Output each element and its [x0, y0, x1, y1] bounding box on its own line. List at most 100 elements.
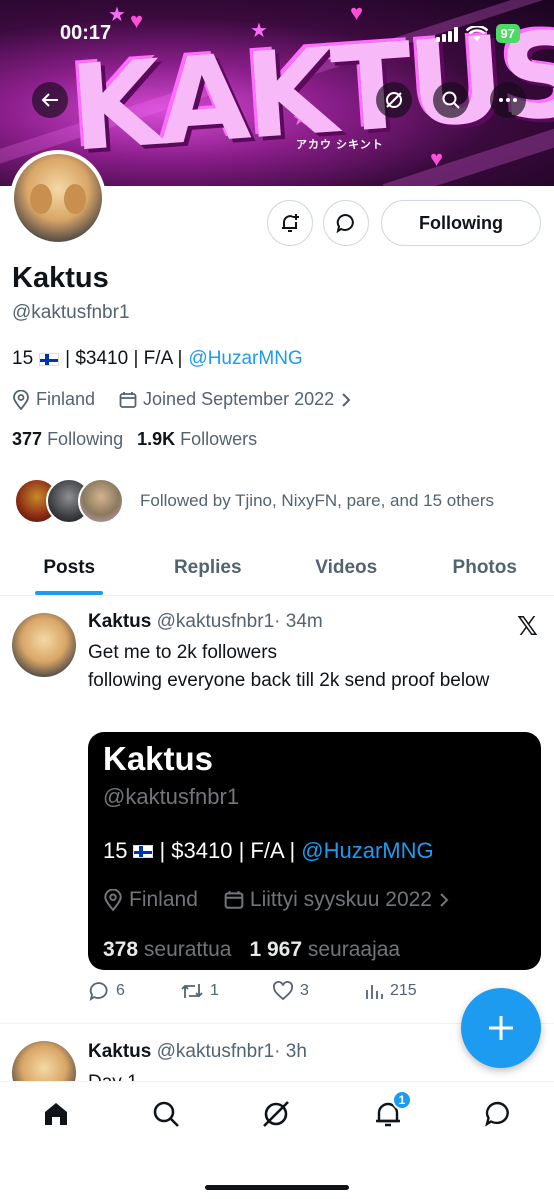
- notification-badge: 1: [392, 1090, 412, 1110]
- post-text-line: following everyone back till 2k send pro…: [88, 670, 490, 691]
- search-icon: [442, 91, 460, 109]
- wifi-icon: [465, 25, 488, 41]
- profile-tabs: Posts Replies Videos Photos: [0, 540, 554, 596]
- post-time: · 3h: [274, 1041, 307, 1062]
- home-indicator: [205, 1185, 349, 1190]
- followers-link[interactable]: 1.9K Followers: [137, 429, 257, 450]
- embed-bio-text: | $3410 | F/A |: [159, 838, 296, 863]
- plus-icon: [489, 1016, 513, 1040]
- embed-followers-label: seuraajaa: [307, 938, 401, 961]
- post-author-handle: @kaktusfnbr1: [156, 611, 275, 632]
- bio-text: | $3410 | F/A |: [65, 348, 183, 369]
- followed-by-text: Followed by Tjino, NixyFN, pare, and 15 …: [140, 491, 495, 510]
- chevron-right-icon: [440, 893, 449, 907]
- followers-count: 1.9K: [137, 429, 176, 449]
- grok-icon: [263, 1101, 289, 1127]
- post-time: · 34m: [274, 611, 323, 632]
- like-button[interactable]: 3: [272, 981, 364, 1001]
- profile-bio: 15 | $3410 | F/A | @HuzarMNG: [12, 348, 303, 370]
- embed-following-label: seurattua: [143, 938, 232, 961]
- nav-notifications[interactable]: 1: [370, 1090, 412, 1132]
- views-icon: [366, 985, 383, 999]
- post-text-line: Get me to 2k followers: [88, 642, 278, 663]
- embed-name: Kaktus: [103, 740, 214, 777]
- more-button[interactable]: [490, 82, 526, 118]
- following-count: 377: [12, 429, 43, 449]
- profile-stats: 377 Following 1.9K Followers: [12, 429, 257, 450]
- message-button[interactable]: [323, 200, 369, 246]
- embed-handle: @kaktusfnbr1: [103, 784, 240, 809]
- followed-by-row[interactable]: Followed by Tjino, NixyFN, pare, and 15 …: [14, 478, 494, 524]
- reply-icon: [89, 982, 108, 1001]
- battery-indicator: 97: [495, 24, 520, 43]
- post-text: Get me to 2k followers following everyon…: [88, 639, 508, 695]
- embed-meta: Finland Liittyi syyskuu 2022: [103, 888, 450, 912]
- reply-button[interactable]: 6: [88, 981, 180, 1001]
- notify-button[interactable]: [267, 200, 313, 246]
- status-icons: 97: [435, 24, 520, 43]
- chevron-right-icon[interactable]: [340, 392, 352, 408]
- grok-button[interactable]: [376, 82, 412, 118]
- follower-avatar: [78, 478, 124, 524]
- bio-mention-link[interactable]: @HuzarMNG: [188, 348, 302, 370]
- back-arrow-icon: [41, 93, 58, 107]
- post-header: Kaktus @kaktusfnbr1· 3h: [88, 1041, 307, 1063]
- post-actions: 6 1 3 215: [88, 981, 528, 1001]
- tab-photos[interactable]: Photos: [416, 540, 554, 595]
- post-author-name[interactable]: Kaktus: [88, 611, 151, 632]
- nav-home[interactable]: [38, 1096, 74, 1132]
- x-logo-icon: 𝕏: [517, 611, 538, 641]
- signal-icon: [435, 26, 458, 42]
- bottom-nav: 1: [0, 1081, 554, 1199]
- compose-button[interactable]: [461, 988, 541, 1068]
- like-count: 3: [300, 982, 309, 999]
- location-text: Finland: [36, 389, 96, 409]
- joined-text: Joined September 2022: [143, 389, 335, 409]
- repost-button[interactable]: 1: [180, 982, 272, 1000]
- bell-plus-icon: [282, 214, 299, 232]
- following-link[interactable]: 377 Following: [12, 429, 123, 450]
- status-time: 00:17: [60, 22, 112, 44]
- heart-icon: [273, 981, 293, 1001]
- more-icon: [499, 98, 517, 102]
- post-avatar[interactable]: [12, 613, 76, 677]
- profile-meta: Finland Joined September 2022: [12, 389, 352, 410]
- tab-replies[interactable]: Replies: [139, 540, 278, 595]
- embed-location: Finland: [129, 888, 198, 911]
- location-pin-icon: [104, 889, 122, 911]
- nav-messages[interactable]: [480, 1096, 516, 1132]
- embed-bio-prefix: 15: [103, 838, 128, 863]
- calendar-icon: [119, 391, 137, 408]
- post-author-name[interactable]: Kaktus: [88, 1041, 151, 1062]
- calendar-icon: [224, 891, 244, 909]
- embed-stats: 378 seurattua 1 967 seuraajaa: [103, 938, 400, 962]
- tab-posts[interactable]: Posts: [0, 540, 139, 595]
- profile-avatar[interactable]: [10, 150, 106, 246]
- embed-bio-mention: @HuzarMNG: [301, 838, 434, 863]
- reply-count: 6: [116, 982, 125, 999]
- grok-icon: [386, 92, 402, 108]
- home-icon: [45, 1103, 67, 1125]
- post-avatar[interactable]: [12, 1041, 76, 1081]
- post-text: Day 1: [88, 1069, 508, 1081]
- message-icon: [485, 1101, 509, 1127]
- tab-videos[interactable]: Videos: [277, 540, 416, 595]
- post[interactable]: Kaktus @kaktusfnbr1· 34m 𝕏 Get me to 2k …: [0, 597, 554, 1024]
- chat-bubble-icon: [336, 213, 354, 234]
- search-icon: [153, 1101, 179, 1127]
- post-author-handle: @kaktusfnbr1: [156, 1041, 275, 1062]
- bio-prefix: 15: [12, 348, 34, 369]
- nav-search[interactable]: [148, 1096, 184, 1132]
- embed-bio: 15 | $3410 | F/A | @HuzarMNG: [103, 838, 434, 864]
- nav-grok[interactable]: [258, 1096, 294, 1132]
- finland-flag-icon: [39, 352, 60, 366]
- embed-joined: Liittyi syyskuu 2022: [249, 888, 432, 911]
- following-button[interactable]: Following: [381, 200, 541, 246]
- profile-name: Kaktus: [12, 262, 109, 294]
- post-image[interactable]: Kaktus @kaktusfnbr1 15 | $3410 | F/A | @…: [88, 732, 541, 970]
- search-button[interactable]: [433, 82, 469, 118]
- location-pin-icon: [13, 389, 29, 410]
- followers-label: Followers: [180, 429, 258, 449]
- back-button[interactable]: [32, 82, 68, 118]
- views-button[interactable]: 215: [364, 982, 456, 1000]
